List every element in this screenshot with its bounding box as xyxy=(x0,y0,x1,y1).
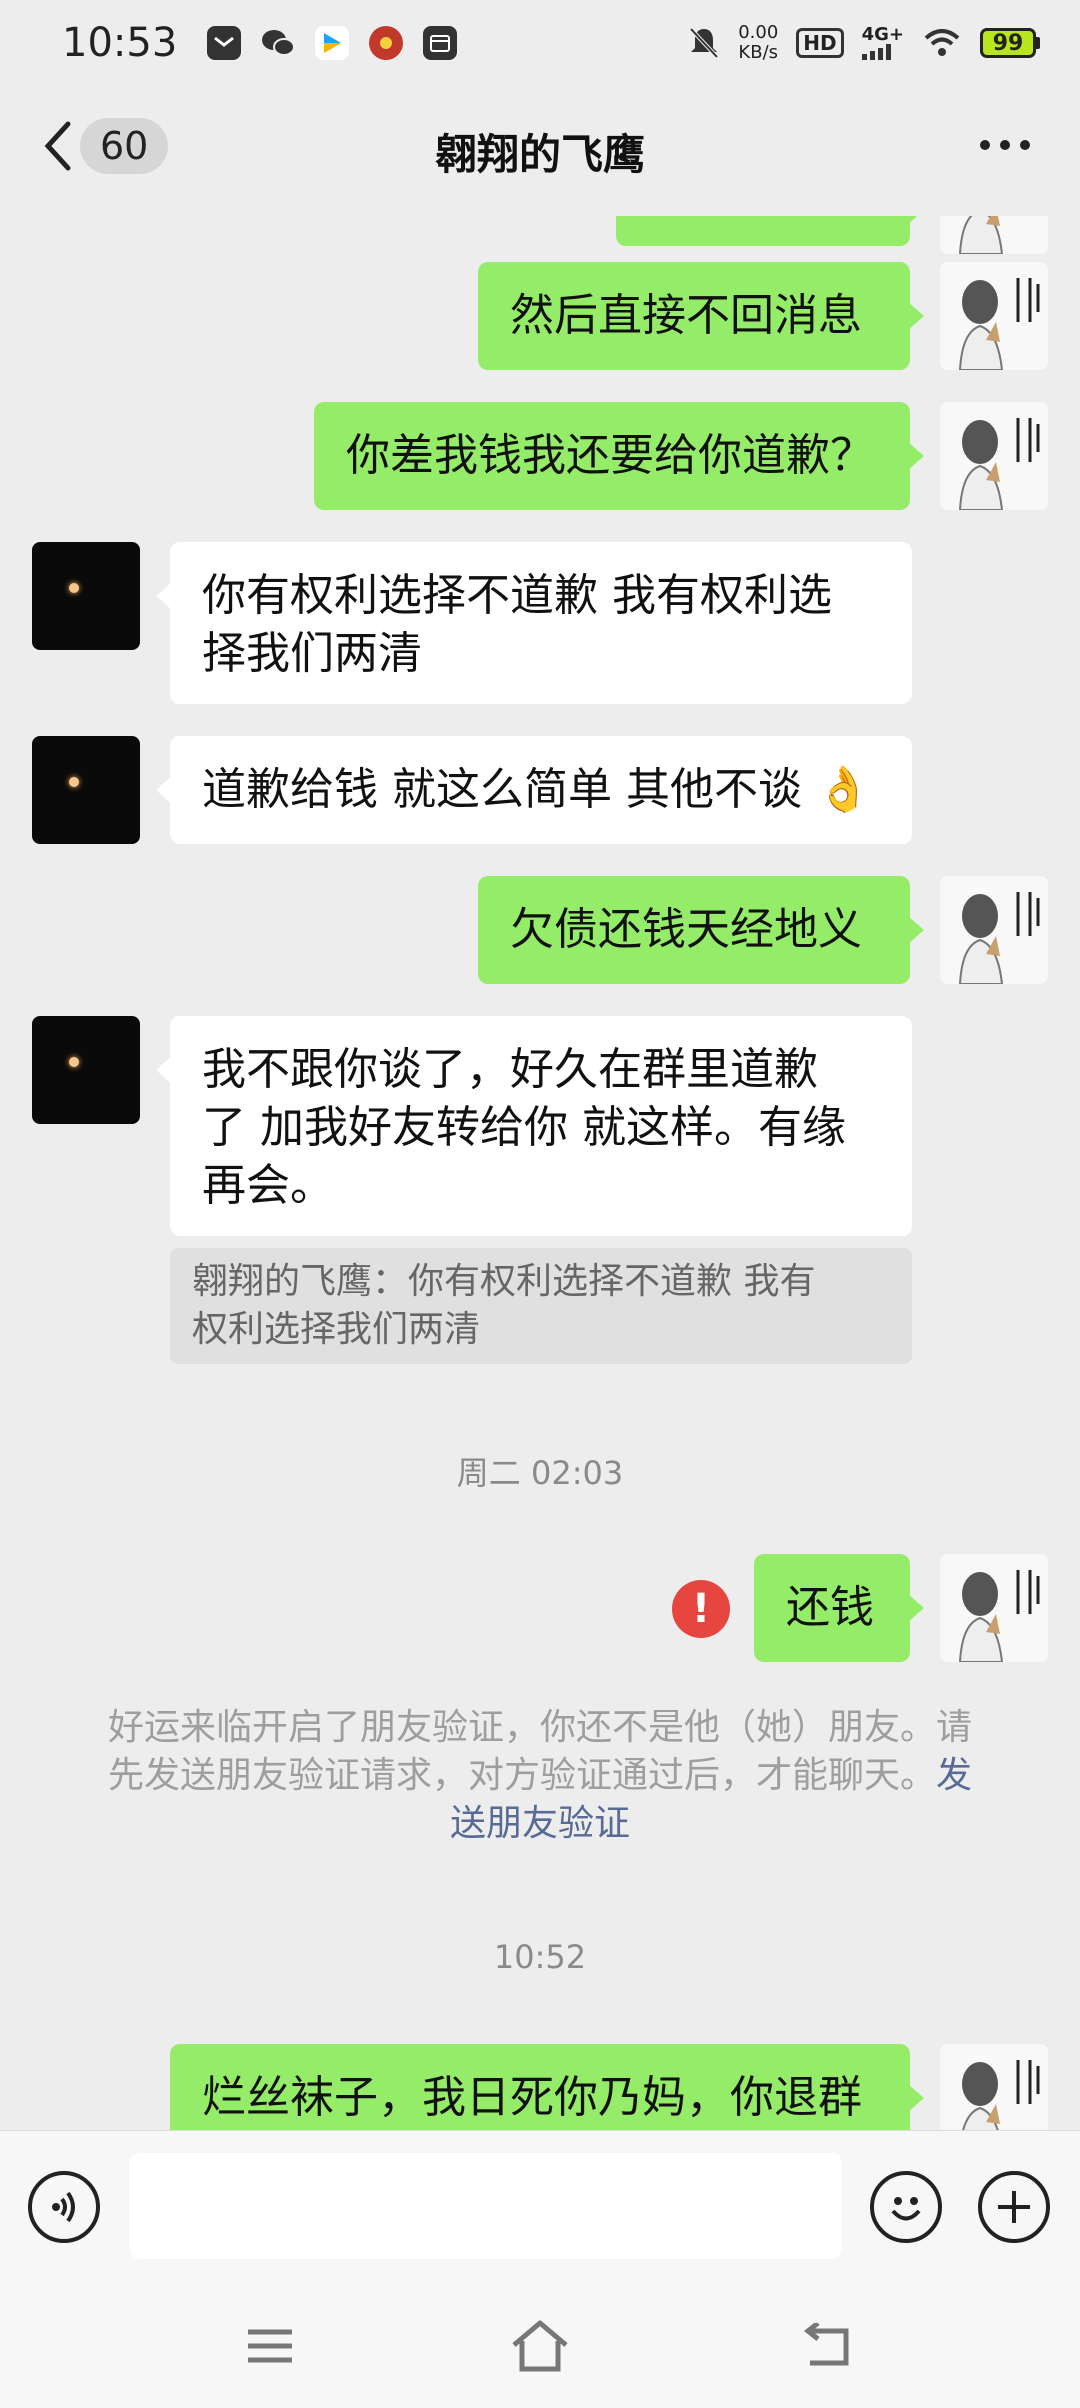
self-avatar[interactable] xyxy=(940,216,1048,254)
mail-app-icon xyxy=(207,26,242,60)
recent-apps-button[interactable] xyxy=(240,2316,300,2376)
time-divider: 10:52 xyxy=(493,1938,587,1976)
portrait-avatar-icon xyxy=(940,876,1048,984)
portrait-avatar-icon xyxy=(940,402,1048,510)
message-bubble-self[interactable]: 烂丝袜子，我日死你乃妈，你退群 xyxy=(170,2044,924,2130)
message-list[interactable]: 然后直接不回消息 你差我钱我还要给你道歉？ 你有权利选择不道歉 我有权利选 择我… xyxy=(0,216,1080,2130)
message-bubble-other[interactable]: 我不跟你谈了，好久在群里道歉 了 加我好友转给你 就这样。有缘 再会。 xyxy=(156,1016,912,1236)
battery-icon: 99 xyxy=(980,28,1040,58)
cellular-signal-icon: 4G+ xyxy=(861,26,904,60)
plus-icon xyxy=(998,2191,1030,2223)
hd-badge: HD xyxy=(796,28,844,58)
smiley-icon xyxy=(891,2197,921,2221)
message-bubble-self[interactable]: 然后直接不回消息 xyxy=(478,262,924,370)
portrait-avatar-icon xyxy=(940,1554,1048,1662)
more-options-button[interactable] xyxy=(980,140,1030,150)
back-arrow-icon xyxy=(803,2323,849,2366)
play-app-icon xyxy=(315,26,350,60)
message-input[interactable] xyxy=(130,2153,842,2259)
wechat-app-icon xyxy=(261,26,296,60)
message-bubble-self[interactable]: 还钱 xyxy=(754,1554,924,1662)
self-avatar[interactable] xyxy=(940,1554,1048,1662)
send-verification-link[interactable]: 送朋友验证 xyxy=(88,1800,992,1848)
input-bar xyxy=(0,2130,1080,2286)
game-app-icon xyxy=(369,26,404,60)
dot-icon xyxy=(1000,140,1010,150)
time-divider: 周二 02:03 xyxy=(456,1454,624,1492)
dot-icon xyxy=(1020,140,1030,150)
self-avatar[interactable] xyxy=(940,2044,1048,2130)
send-verification-link[interactable]: 发 xyxy=(936,1755,972,1796)
more-functions-button[interactable] xyxy=(978,2171,1050,2243)
self-avatar[interactable] xyxy=(940,262,1048,370)
self-avatar[interactable] xyxy=(940,876,1048,984)
quoted-message[interactable]: 翱翔的飞鹰：你有权利选择不道歉 我有 权利选择我们两清 xyxy=(170,1248,912,1364)
status-app-icons xyxy=(207,26,458,60)
dot-icon xyxy=(980,140,990,150)
voice-input-button[interactable] xyxy=(28,2171,100,2243)
message-bubble-other[interactable]: 你有权利选择不道歉 我有权利选 择我们两清 xyxy=(156,542,912,704)
friend-verification-notice: 好运来临开启了朋友验证，你还不是他（她）朋友。请 先发送朋友验证请求，对方验证通… xyxy=(88,1704,992,1848)
contact-avatar[interactable] xyxy=(32,736,140,844)
portrait-avatar-icon xyxy=(940,262,1048,370)
chat-header: 60 翱翔的飞鹰 xyxy=(0,86,1080,216)
emoji-button[interactable] xyxy=(870,2171,942,2243)
calendar-app-icon xyxy=(423,26,458,60)
send-failed-icon[interactable]: ! xyxy=(672,1580,730,1638)
status-time: 10:53 xyxy=(62,20,178,66)
network-speed: 0.00 KB/s xyxy=(738,22,779,63)
contact-avatar[interactable] xyxy=(32,542,140,650)
menu-icon xyxy=(248,2329,292,2363)
home-icon xyxy=(512,2320,568,2372)
wifi-icon xyxy=(924,29,960,56)
message-bubble-self[interactable] xyxy=(616,216,924,246)
mute-bell-icon xyxy=(689,27,719,59)
voice-icon xyxy=(52,2191,75,2223)
home-button[interactable] xyxy=(510,2316,570,2376)
ok-hand-emoji: 👌 xyxy=(815,764,871,815)
message-bubble-other[interactable]: 道歉给钱 就这么简单 其他不谈 👌 xyxy=(156,736,912,844)
status-indicators: 0.00 KB/s HD 4G+ 99 xyxy=(688,23,1040,63)
chevron-left-icon xyxy=(44,121,71,171)
portrait-avatar-icon xyxy=(940,216,1048,254)
self-avatar[interactable] xyxy=(940,402,1048,510)
message-bubble-self[interactable]: 你差我钱我还要给你道歉？ xyxy=(314,402,924,510)
portrait-avatar-icon xyxy=(940,2044,1048,2130)
back-button[interactable]: 60 xyxy=(40,118,169,174)
contact-avatar[interactable] xyxy=(32,1016,140,1124)
message-bubble-self[interactable]: 欠债还钱天经地义 xyxy=(478,876,924,984)
back-nav-button[interactable] xyxy=(798,2316,858,2376)
unread-count-badge: 60 xyxy=(80,118,169,174)
chat-title: 翱翔的飞鹰 xyxy=(434,129,645,179)
system-navigation-bar xyxy=(0,2286,1080,2408)
status-bar: 10:53 0.00 KB/s HD 4G+ 99 xyxy=(0,0,1080,86)
